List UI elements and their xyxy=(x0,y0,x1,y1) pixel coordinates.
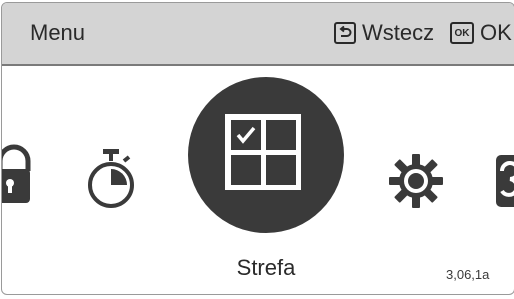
service-icon xyxy=(496,155,514,207)
page-title: Menu xyxy=(30,20,86,45)
zone-grid-icon xyxy=(225,114,301,190)
ok-label: OK xyxy=(480,20,512,45)
back-arrow-icon xyxy=(334,22,356,44)
back-label: Wstecz xyxy=(362,20,435,45)
selected-item-label: Strefa xyxy=(236,255,296,280)
header-bar: Menu Wstecz OK OK xyxy=(2,3,514,66)
version-label: 3,06,1a xyxy=(446,267,490,282)
menu-item-strefa[interactable] xyxy=(188,77,344,233)
lock-icon xyxy=(2,144,31,203)
menu-item-timer[interactable] xyxy=(86,147,138,211)
device-screen: Menu Wstecz OK OK Strefa 3,06,1a xyxy=(1,2,514,295)
menu-item-settings[interactable] xyxy=(388,153,444,209)
ok-button[interactable]: OK OK xyxy=(450,20,512,46)
menu-item-lock[interactable] xyxy=(2,143,36,207)
menu-item-service[interactable] xyxy=(496,155,514,207)
gear-icon xyxy=(389,154,443,208)
back-button[interactable]: Wstecz xyxy=(334,20,434,46)
timer-icon xyxy=(88,149,134,208)
ok-key-icon: OK xyxy=(450,22,474,44)
